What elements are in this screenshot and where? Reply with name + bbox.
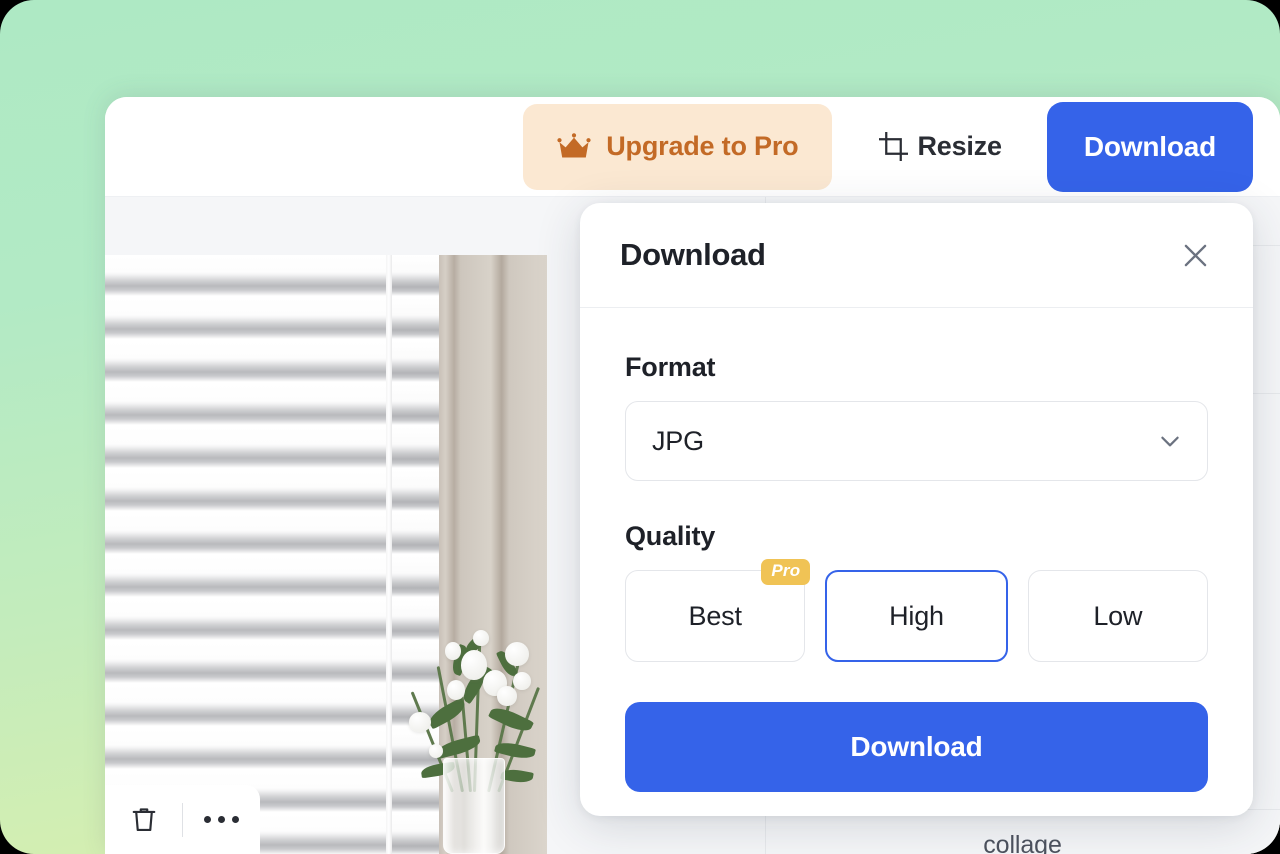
download-button-toolbar[interactable]: Download	[1046, 101, 1253, 192]
close-button[interactable]	[1175, 235, 1215, 275]
format-select[interactable]: JPG	[625, 401, 1208, 481]
download-submit-button[interactable]: Download	[625, 702, 1208, 792]
quality-option-high-label: High	[889, 600, 944, 631]
modal-body: Format JPG Quality Best Pro High Low Dow…	[580, 308, 1253, 792]
app-stage: Upgrade to Pro Resize Download collage D…	[0, 0, 1280, 854]
quality-option-best-label: Best	[688, 600, 742, 631]
format-select-value: JPG	[652, 425, 704, 456]
glass-vase	[443, 758, 505, 854]
quality-option-low-label: Low	[1093, 600, 1143, 631]
quality-option-low[interactable]: Low	[1027, 570, 1208, 662]
quality-option-high[interactable]: High	[825, 570, 1008, 662]
delete-button[interactable]	[105, 785, 182, 854]
trash-icon	[131, 806, 157, 833]
rail-caption-collage: collage	[983, 831, 1062, 854]
flower-bouquet	[401, 594, 547, 854]
top-toolbar: Upgrade to Pro Resize Download	[105, 97, 1280, 197]
format-label: Format	[625, 352, 716, 382]
modal-title: Download	[620, 237, 766, 272]
pro-badge: Pro	[761, 559, 811, 585]
canvas-image[interactable]	[105, 255, 547, 854]
blind-cord	[386, 255, 392, 854]
more-options-button[interactable]	[183, 785, 260, 854]
quality-label: Quality	[625, 521, 716, 551]
resize-label: Resize	[917, 131, 1002, 161]
ellipsis-icon	[204, 816, 239, 823]
close-icon	[1182, 242, 1209, 269]
quality-option-best[interactable]: Best Pro	[625, 559, 811, 662]
blinds-left	[105, 255, 391, 854]
quality-options: Best Pro High Low	[625, 559, 1208, 662]
crown-icon	[557, 132, 591, 161]
upgrade-to-pro-button[interactable]: Upgrade to Pro	[523, 103, 833, 190]
crop-resize-icon	[879, 132, 909, 161]
image-tools-toolbar	[105, 785, 260, 854]
download-modal: Download Format JPG Quality Best Pro Hig…	[580, 203, 1253, 816]
modal-header: Download	[580, 203, 1253, 308]
resize-button[interactable]: Resize	[854, 104, 1026, 190]
upgrade-to-pro-label: Upgrade to Pro	[606, 131, 799, 161]
